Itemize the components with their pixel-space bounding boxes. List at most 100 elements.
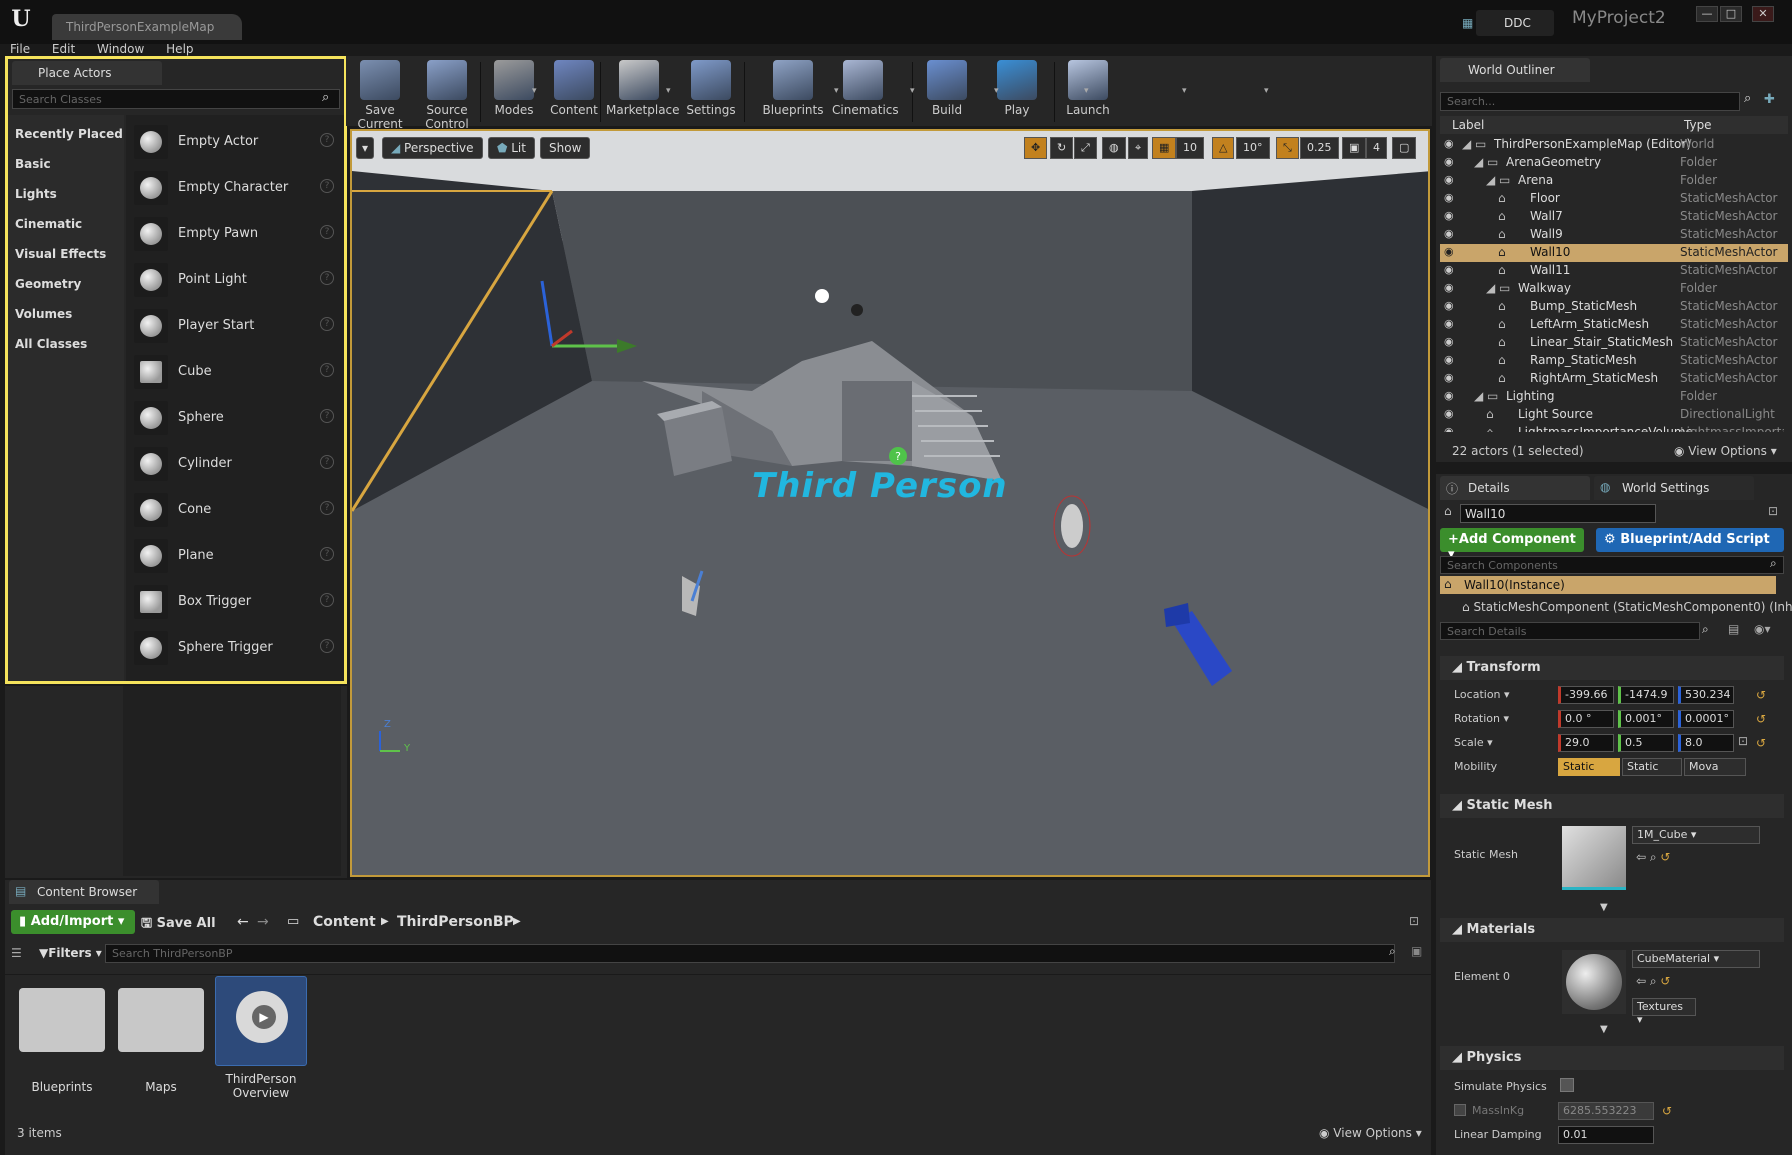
material-dropdown[interactable]: CubeMaterial ▾ — [1632, 950, 1760, 968]
reset-location-icon[interactable]: ↺ — [1756, 688, 1766, 702]
visibility-eye-icon[interactable]: ◉ — [1444, 191, 1454, 204]
thirdperson-overview-asset[interactable]: ▶ — [215, 976, 307, 1066]
outliner-search-input[interactable]: Search... — [1440, 92, 1740, 111]
search-icon[interactable]: ⌕ — [1744, 91, 1751, 106]
location-y-field[interactable]: -1474.9 — [1618, 686, 1674, 704]
actor-item-empty-pawn[interactable]: Empty Pawn? — [126, 211, 344, 257]
actor-item-plane[interactable]: Plane? — [126, 533, 344, 579]
help-icon[interactable]: ? — [320, 547, 334, 561]
rotation-snap-icon[interactable]: △ — [1212, 137, 1235, 159]
content-browser-tab[interactable]: Content Browser — [9, 880, 159, 904]
scale-lock-icon[interactable]: ⊡ — [1738, 734, 1748, 748]
world-local-icon[interactable]: ◍ — [1102, 137, 1126, 159]
rotation-z-field[interactable]: 0.0001° — [1678, 710, 1734, 728]
visibility-eye-icon[interactable]: ◉ — [1444, 353, 1454, 366]
content-view-options[interactable]: ◉ View Options ▾ — [1319, 1126, 1422, 1140]
help-icon[interactable]: ? — [320, 271, 334, 285]
search-classes-input[interactable]: Search Classes — [12, 89, 340, 109]
actor-item-empty-actor[interactable]: Empty Actor? — [126, 119, 344, 165]
type-column-header[interactable]: Type — [1684, 118, 1712, 132]
help-icon[interactable]: ? — [320, 133, 334, 147]
place-actors-tab[interactable]: Place Actors — [12, 61, 162, 85]
materials-section-header[interactable]: ◢ Materials — [1440, 918, 1784, 942]
rotate-tool-icon[interactable]: ↻ — [1050, 137, 1074, 159]
blueprints-dropdown-icon[interactable]: ▾ — [910, 86, 915, 96]
visibility-eye-icon[interactable]: ◉ — [1444, 263, 1454, 276]
actor-item-cube[interactable]: Cube? — [126, 349, 344, 395]
rotation-y-field[interactable]: 0.001° — [1618, 710, 1674, 728]
scale-snap-icon[interactable]: ⤡ — [1276, 137, 1299, 159]
scale-y-field[interactable]: 0.5 — [1618, 734, 1674, 752]
location-x-field[interactable]: -399.66 — [1558, 686, 1614, 704]
save-search-icon[interactable]: ▣ — [1411, 944, 1422, 958]
marketplace-button[interactable]: Marketplace — [606, 60, 680, 117]
modes-dropdown-icon[interactable]: ▾ — [666, 86, 671, 96]
outliner-row[interactable]: ◉ ◢ ▭ Lighting Folder — [1440, 388, 1788, 406]
level-viewport[interactable]: ? Third Person Z Y ▾ ◢ Perspective ⬟ Lit… — [350, 129, 1430, 877]
visibility-eye-icon[interactable]: ◉ — [1444, 407, 1454, 420]
search-content-input[interactable]: Search ThirdPersonBP — [105, 944, 1395, 963]
lock-icon[interactable]: ⊡ — [1768, 504, 1778, 518]
path-content[interactable]: Content — [313, 914, 376, 930]
outliner-row[interactable]: ◉ ⌂ LightmassImportanceVolume LightmassImpo… — [1440, 424, 1788, 432]
settings-button[interactable]: Settings — [680, 60, 742, 117]
show-button[interactable]: Show — [540, 137, 591, 159]
help-icon[interactable]: ? — [320, 455, 334, 469]
category-lights[interactable]: Lights — [15, 187, 57, 201]
outliner-row[interactable]: ◉ ⌂ Wall9 StaticMeshActor — [1440, 226, 1788, 244]
maps-folder-icon[interactable] — [118, 988, 204, 1052]
source-control-dropdown-icon[interactable]: ▾ — [532, 86, 537, 96]
scale-snap-value[interactable]: 0.25 — [1300, 137, 1339, 159]
help-icon[interactable]: ? — [320, 317, 334, 331]
expand-arrow-icon[interactable]: ▼ — [1600, 902, 1608, 913]
search-icon[interactable]: ⌕ — [1770, 556, 1777, 571]
filters-button[interactable]: ▼Filters ▾ — [39, 946, 102, 960]
maximize-button[interactable]: □ — [1720, 6, 1742, 22]
simulate-physics-checkbox[interactable] — [1560, 1078, 1574, 1092]
category-visual-effects[interactable]: Visual Effects — [15, 247, 106, 261]
rotation-snap-value[interactable]: 10° — [1236, 137, 1270, 159]
surface-snap-icon[interactable]: ⌖ — [1128, 137, 1149, 159]
actor-item-player-start[interactable]: Player Start? — [126, 303, 344, 349]
forward-arrow-icon[interactable]: → — [257, 914, 269, 930]
static-mesh-section-header[interactable]: ◢ Static Mesh — [1440, 794, 1784, 818]
launch-dropdown-icon[interactable]: ▾ — [1264, 86, 1269, 96]
save-all-button[interactable]: 🖫 Save All — [141, 914, 216, 936]
outliner-row[interactable]: ◉ ⌂ Wall7 StaticMeshActor — [1440, 208, 1788, 226]
play-dropdown-icon[interactable]: ▾ — [1182, 86, 1187, 96]
visibility-eye-icon[interactable]: ◉ — [1444, 389, 1454, 402]
help-icon[interactable]: ? — [320, 409, 334, 423]
save-current-button[interactable]: Save Current — [346, 60, 414, 131]
menu-window[interactable]: Window — [97, 42, 144, 56]
source-control-button[interactable]: Source Control — [408, 60, 486, 131]
cinematics-dropdown-icon[interactable]: ▾ — [994, 86, 999, 96]
actor-item-cylinder[interactable]: Cylinder? — [126, 441, 344, 487]
blueprints-button[interactable]: Blueprints — [760, 60, 826, 117]
visibility-eye-icon[interactable]: ◉ — [1444, 155, 1454, 168]
expand-arrow-icon[interactable]: ▼ — [1600, 1024, 1608, 1035]
lit-button[interactable]: ⬟ Lit — [488, 137, 535, 159]
category-geometry[interactable]: Geometry — [15, 277, 81, 291]
menu-edit[interactable]: Edit — [52, 42, 75, 56]
blueprints-folder-icon[interactable] — [19, 988, 105, 1052]
settings-dropdown-icon[interactable]: ▾ — [834, 86, 839, 96]
outliner-row[interactable]: ◉ ◢ ▭ ThirdPersonExampleMap (Editor) World — [1440, 136, 1788, 154]
sources-toggle-icon[interactable]: ☰ — [11, 946, 22, 960]
outliner-row[interactable]: ◉ ⌂ LeftArm_StaticMesh StaticMeshActor — [1440, 316, 1788, 334]
visibility-eye-icon[interactable]: ◉ — [1444, 317, 1454, 330]
world-settings-tab[interactable]: World Settings — [1594, 476, 1754, 500]
grid-snap-value[interactable]: 10 — [1176, 137, 1204, 159]
search-icon[interactable]: ⌕ — [322, 90, 329, 105]
outliner-view-options[interactable]: ◉ View Options ▾ — [1674, 444, 1777, 458]
physics-section-header[interactable]: ◢ Physics — [1440, 1046, 1784, 1070]
textures-dropdown[interactable]: Textures ▾ — [1632, 998, 1696, 1026]
category-recently-placed[interactable]: Recently Placed — [15, 127, 123, 141]
use-selected-icon[interactable]: ⇦ ⌕ ↺ — [1636, 850, 1670, 865]
reset-mass-icon[interactable]: ↺ — [1662, 1104, 1672, 1118]
back-arrow-icon[interactable]: ← — [237, 914, 249, 930]
visibility-eye-icon[interactable]: ◉ — [1444, 209, 1454, 222]
rotation-label[interactable]: Rotation ▾ — [1454, 712, 1509, 725]
menu-file[interactable]: File — [10, 42, 30, 56]
help-icon[interactable]: ? — [320, 639, 334, 653]
actor-item-empty-character[interactable]: Empty Character? — [126, 165, 344, 211]
